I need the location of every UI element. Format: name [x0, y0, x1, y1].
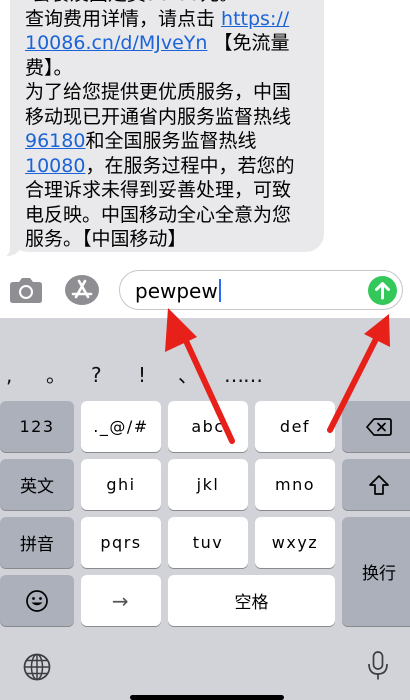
message-input-value: pewpew: [135, 279, 222, 302]
key-wxyz[interactable]: wxyz: [255, 517, 335, 568]
key-english[interactable]: 英文: [0, 459, 74, 510]
symbol-comma[interactable]: ,: [6, 365, 12, 385]
message-text-segment: -套餐及固定费58.00元。: [25, 0, 238, 5]
globe-icon[interactable]: [22, 652, 52, 682]
return-key[interactable]: 换行: [342, 517, 410, 626]
symbol-enumeration-comma[interactable]: 、: [178, 365, 198, 385]
delete-key[interactable]: [342, 401, 410, 452]
message-text-segment: 电反映。中国移动全心全意为您: [25, 203, 292, 226]
message-line: 移动现已开通省内服务监督热线: [25, 105, 312, 130]
key-arrow[interactable]: →: [81, 575, 161, 626]
message-line: 电反映。中国移动全心全意为您: [25, 203, 312, 228]
message-line: 合理诉求未得到妥善处理，可致: [25, 178, 312, 203]
backspace-icon: [366, 417, 392, 436]
received-message-bubble: -套餐及固定费58.00元。 查询费用详情，请点击 https://10086.…: [10, 0, 324, 252]
message-text-segment: 合理诉求未得到妥善处理，可致: [25, 179, 292, 201]
message-text-segment: 服务。【中国移动】: [25, 228, 187, 250]
key-jkl[interactable]: jkl: [168, 459, 248, 510]
keyboard: , 。 ? ! 、 …… 123 ._@/# abc def 英文 ghi jk…: [0, 318, 410, 700]
message-text-segment: 查询费用详情，请点击: [25, 7, 222, 30]
text-caret: [218, 279, 222, 302]
key-pinyin[interactable]: 拼音: [0, 517, 74, 568]
message-line: 10080，在服务过程中，若您的: [25, 154, 312, 179]
message-text-segment: 和全国服务监督热线: [85, 130, 257, 152]
message-link[interactable]: 10080: [25, 155, 85, 177]
symbol-question[interactable]: ?: [91, 365, 102, 385]
camera-icon[interactable]: [9, 276, 43, 304]
message-line: 服务。【中国移动】: [25, 227, 312, 252]
key-mno[interactable]: mno: [255, 459, 335, 510]
message-link[interactable]: 96180: [25, 130, 85, 152]
send-arrow-icon[interactable]: [368, 276, 397, 305]
message-line: 为了给您提供更优质服务，中国: [25, 80, 312, 105]
message-line: 查询费用详情，请点击 https://: [25, 7, 312, 32]
symbol-exclamation[interactable]: !: [138, 365, 146, 385]
message-line: 费】。: [25, 56, 312, 81]
emoji-icon: [26, 589, 48, 612]
message-text-field[interactable]: pewpew: [119, 270, 403, 310]
symbol-period[interactable]: 。: [46, 365, 66, 385]
shift-arrow-icon: [369, 474, 389, 495]
message-text-segment: 移动现已开通省内服务监督热线: [25, 105, 292, 128]
message-link[interactable]: https://: [221, 8, 289, 30]
message-text-segment: ，在服务过程中，若您的: [85, 154, 295, 177]
message-link[interactable]: 10086.cn/d/MJveYn: [25, 32, 207, 54]
symbol-ellipsis[interactable]: ……: [224, 365, 263, 385]
app-store-icon[interactable]: [65, 275, 99, 305]
key-ghi[interactable]: ghi: [81, 459, 161, 510]
message-thread: -套餐及固定费58.00元。 查询费用详情，请点击 https://10086.…: [0, 0, 410, 262]
candidate-symbol-bar: , 。 ? ! 、 ……: [0, 318, 410, 398]
emoji-key[interactable]: [0, 575, 74, 626]
key-def[interactable]: def: [255, 401, 335, 452]
key-tuv[interactable]: tuv: [168, 517, 248, 568]
key-pqrs[interactable]: pqrs: [81, 517, 161, 568]
message-text-segment: 费】。: [25, 56, 73, 79]
keyboard-bottom-bar: [0, 642, 410, 700]
message-input-bar: pewpew: [0, 262, 410, 318]
message-text-segment: 【免流量: [207, 32, 290, 54]
message-text-segment: 为了给您提供更优质服务，中国: [25, 81, 292, 103]
message-line: 10086.cn/d/MJveYn 【免流量: [25, 31, 312, 56]
key-abc[interactable]: abc: [168, 401, 248, 452]
shift-key[interactable]: [342, 459, 410, 510]
key-symbols[interactable]: ._@/#: [81, 401, 161, 452]
message-text: -套餐及固定费58.00元。 查询费用详情，请点击 https://10086.…: [25, 0, 312, 252]
space-key[interactable]: 空格: [168, 575, 335, 626]
home-indicator: [130, 695, 284, 700]
key-123[interactable]: 123: [0, 401, 74, 452]
microphone-icon[interactable]: [366, 650, 390, 682]
message-line: 96180和全国服务监督热线: [25, 129, 312, 154]
